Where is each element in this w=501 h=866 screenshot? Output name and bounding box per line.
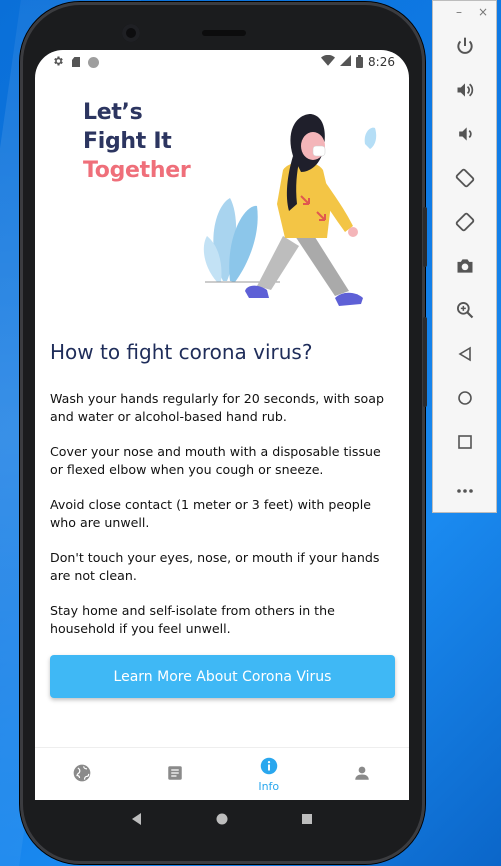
back-icon[interactable] [130,811,144,830]
android-system-nav [35,800,409,840]
tips-list: Wash your hands regularly for 20 seconds… [50,390,395,655]
battery-icon [356,54,364,68]
status-time: 8:26 [368,55,395,69]
tip-item: Wash your hands regularly for 20 seconds… [50,391,384,424]
power-button [423,317,427,407]
earpiece-speaker [202,30,246,36]
learn-more-button[interactable]: Learn More About Corona Virus [50,655,395,698]
walking-woman-illustration [203,114,377,306]
emulator-control-panel: – × [432,0,497,513]
front-camera [122,24,140,42]
close-icon[interactable]: × [478,5,488,19]
hero-title: Let’s Fight It Together [83,98,191,185]
globe-icon [72,763,92,787]
wifi-icon [321,54,336,69]
home-icon[interactable] [215,811,229,830]
person-icon [353,764,371,786]
power-icon [455,36,475,60]
zoom-tool[interactable] [433,297,496,327]
tip-item: Stay home and self-isolate from others i… [50,603,335,636]
rotate-left-icon [454,167,476,193]
nav-item-info[interactable]: Info [222,748,316,800]
section-title: How to fight corona virus? [50,340,313,364]
back-tool[interactable] [433,341,496,371]
volume-down-icon [455,124,475,148]
home-tool[interactable] [433,385,496,415]
hero-line-2: Fight It [83,129,172,154]
rotate-left-tool[interactable] [433,165,496,195]
nav-item-article[interactable] [129,748,223,800]
article-icon [166,764,184,786]
volume-up-tool[interactable] [433,77,496,107]
home-icon [457,390,473,410]
tip-item: Cover your nose and mouth with a disposa… [50,444,381,477]
nav-item-globe[interactable] [35,748,129,800]
settings-icon [52,55,64,70]
rotate-right-tool[interactable] [433,209,496,239]
notification-dot-icon [88,56,99,68]
phone-frame: 8:26 Let’s Fight It Together How to figh… [20,2,427,864]
more-tool[interactable] [433,473,496,503]
signal-icon [340,55,352,69]
bottom-navigation: Info [35,747,409,800]
volume-up-icon [455,80,475,104]
app-screen: 8:26 Let’s Fight It Together How to figh… [35,50,409,800]
overview-tool[interactable] [433,429,496,459]
volume-down-tool[interactable] [433,121,496,151]
nav-label-info: Info [258,779,280,793]
info-icon [260,757,278,779]
sd-card-icon [72,57,80,67]
back-icon [457,346,473,366]
status-bar: 8:26 [35,50,409,74]
hero-line-1: Let’s [83,100,143,125]
minimize-icon[interactable]: – [456,5,462,19]
screenshot-tool[interactable] [433,253,496,283]
rotate-right-icon [454,211,476,237]
nav-item-profile[interactable] [316,748,410,800]
tip-item: Don't touch your eyes, nose, or mouth if… [50,550,380,583]
camera-icon [455,256,475,280]
overview-icon [457,434,473,454]
overview-icon[interactable] [300,811,314,830]
more-icon [456,479,474,498]
hero-line-3: Together [83,158,191,183]
power-tool[interactable] [433,33,496,63]
zoom-icon [455,300,475,324]
tip-item: Avoid close contact (1 meter or 3 feet) … [50,497,372,530]
volume-button [423,207,427,267]
